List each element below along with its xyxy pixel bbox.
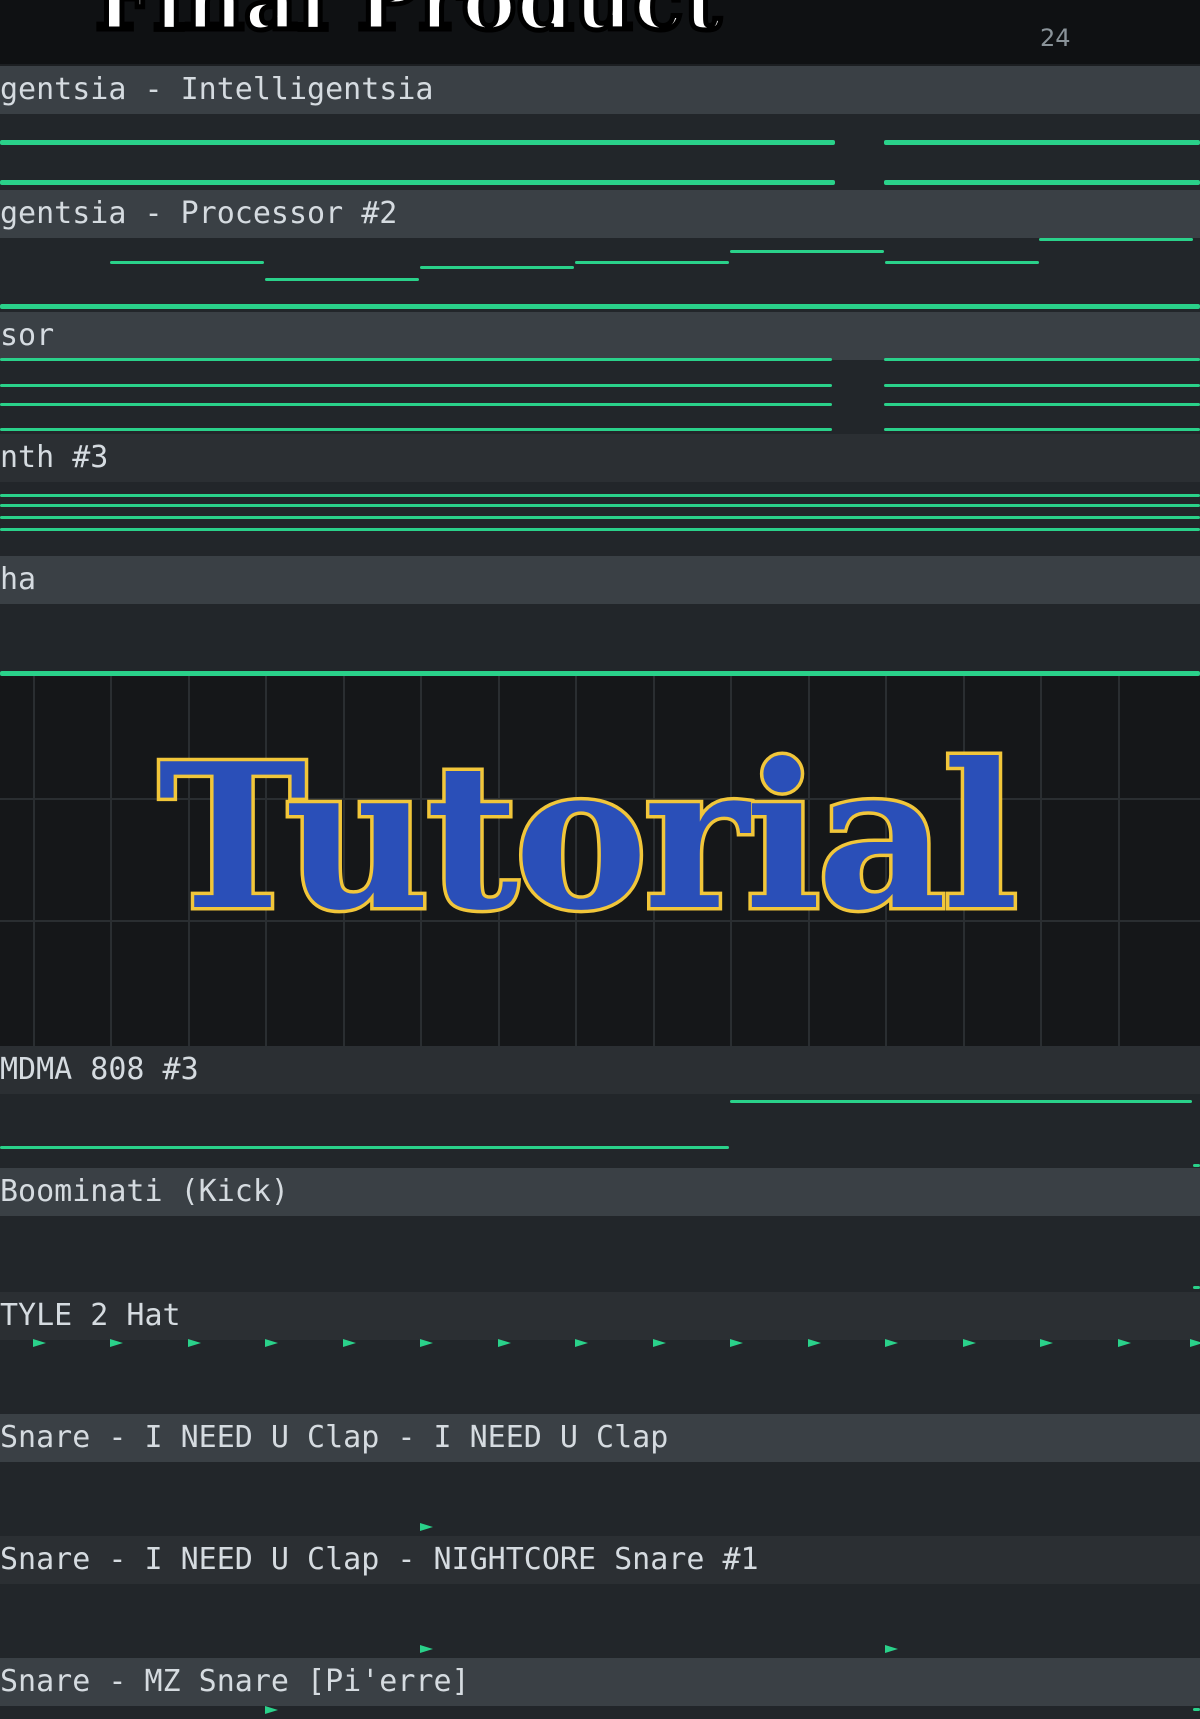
track-label[interactable]: nth #3: [0, 434, 1200, 482]
track-label[interactable]: Snare - I NEED U Clap - I NEED U Clap: [0, 1414, 1200, 1462]
note[interactable]: [885, 261, 1039, 264]
track-label[interactable]: TYLE 2 Hat: [0, 1292, 1200, 1340]
note[interactable]: [0, 428, 832, 431]
track-snare-mz[interactable]: Snare - MZ Snare [Pi'erre]: [0, 1658, 1200, 1719]
hat-note[interactable]: [885, 1339, 898, 1347]
note[interactable]: [265, 278, 419, 281]
bar-number: 24: [1040, 24, 1071, 52]
hat-note[interactable]: [1040, 1339, 1053, 1347]
hat-note[interactable]: [730, 1339, 743, 1347]
track-pattern[interactable]: [0, 1584, 1200, 1658]
track-pattern[interactable]: [0, 1340, 1200, 1414]
hat-note[interactable]: [188, 1339, 201, 1347]
track-label[interactable]: Snare - MZ Snare [Pi'erre]: [0, 1658, 1200, 1706]
track-snare-ineedu-clap[interactable]: Snare - I NEED U Clap - I NEED U Clap: [0, 1414, 1200, 1536]
track-label[interactable]: Snare - I NEED U Clap - NIGHTCORE Snare …: [0, 1536, 1200, 1584]
note[interactable]: [0, 304, 1200, 309]
snare-note[interactable]: [420, 1523, 433, 1531]
snare-note[interactable]: [420, 1645, 433, 1653]
note[interactable]: [0, 528, 1200, 531]
note[interactable]: [884, 428, 1200, 431]
track-boominati-kick[interactable]: Boominati (Kick): [0, 1168, 1200, 1292]
track-label[interactable]: MDMA 808 #3: [0, 1046, 1200, 1094]
track-intelligentsia[interactable]: gentsia - Intelligentsia: [0, 66, 1200, 195]
overlay-title: Final Product: [92, 0, 723, 49]
snare-note[interactable]: [885, 1645, 898, 1653]
note[interactable]: [0, 1146, 729, 1149]
note[interactable]: [1193, 1164, 1200, 1167]
track-ha[interactable]: ha: [0, 556, 1200, 676]
track-pattern[interactable]: [0, 1216, 1200, 1292]
hat-note[interactable]: [420, 1339, 433, 1347]
hat-note[interactable]: [265, 1339, 278, 1347]
track-pattern[interactable]: [0, 114, 1200, 195]
note[interactable]: [884, 180, 1200, 185]
note[interactable]: [110, 261, 264, 264]
track-label[interactable]: ha: [0, 556, 1200, 604]
track-label[interactable]: gentsia - Intelligentsia: [0, 66, 1200, 114]
hat-note[interactable]: [1190, 1339, 1200, 1347]
snare-note[interactable]: [265, 1706, 278, 1714]
note[interactable]: [1193, 1286, 1200, 1289]
track-label[interactable]: gentsia - Processor #2: [0, 190, 1200, 238]
track-mdma-808-3[interactable]: MDMA 808 #3: [0, 1046, 1200, 1168]
track-snare-nightcore[interactable]: Snare - I NEED U Clap - NIGHTCORE Snare …: [0, 1536, 1200, 1658]
hat-note[interactable]: [1118, 1339, 1131, 1347]
note[interactable]: [575, 261, 729, 264]
hat-note[interactable]: [808, 1339, 821, 1347]
track-processor-2[interactable]: gentsia - Processor #2: [0, 190, 1200, 314]
tutorial-overlay-text: Tutorial: [155, 720, 1023, 955]
note[interactable]: [884, 384, 1200, 387]
note[interactable]: [884, 358, 1200, 361]
track-pattern[interactable]: [0, 604, 1200, 676]
note[interactable]: [0, 516, 1200, 519]
note[interactable]: [0, 180, 835, 185]
hat-note[interactable]: [498, 1339, 511, 1347]
track-label[interactable]: Boominati (Kick): [0, 1168, 1200, 1216]
hat-note[interactable]: [343, 1339, 356, 1347]
track-pattern[interactable]: [0, 238, 1200, 312]
note[interactable]: [0, 384, 832, 387]
note[interactable]: [884, 403, 1200, 406]
hat-note[interactable]: [110, 1339, 123, 1347]
hat-note[interactable]: [33, 1339, 46, 1347]
note[interactable]: [730, 250, 884, 253]
note[interactable]: [730, 1100, 1192, 1103]
track-pattern[interactable]: [0, 1462, 1200, 1536]
track-style-2-hat[interactable]: TYLE 2 Hat: [0, 1292, 1200, 1414]
note[interactable]: [420, 266, 574, 269]
note[interactable]: [1039, 238, 1193, 241]
hat-note[interactable]: [653, 1339, 666, 1347]
note[interactable]: [0, 504, 1200, 507]
hat-note[interactable]: [963, 1339, 976, 1347]
note[interactable]: [1193, 1708, 1200, 1711]
note[interactable]: [0, 140, 835, 145]
note[interactable]: [0, 358, 832, 361]
track-pattern[interactable]: [0, 1094, 1200, 1168]
note[interactable]: [0, 403, 832, 406]
track-pattern[interactable]: [0, 1706, 1200, 1719]
track-sor[interactable]: sor: [0, 312, 1200, 434]
note[interactable]: [884, 140, 1200, 145]
track-label[interactable]: sor: [0, 312, 1200, 360]
hat-note[interactable]: [575, 1339, 588, 1347]
note[interactable]: [0, 494, 1200, 497]
track-pattern[interactable]: [0, 360, 1200, 434]
